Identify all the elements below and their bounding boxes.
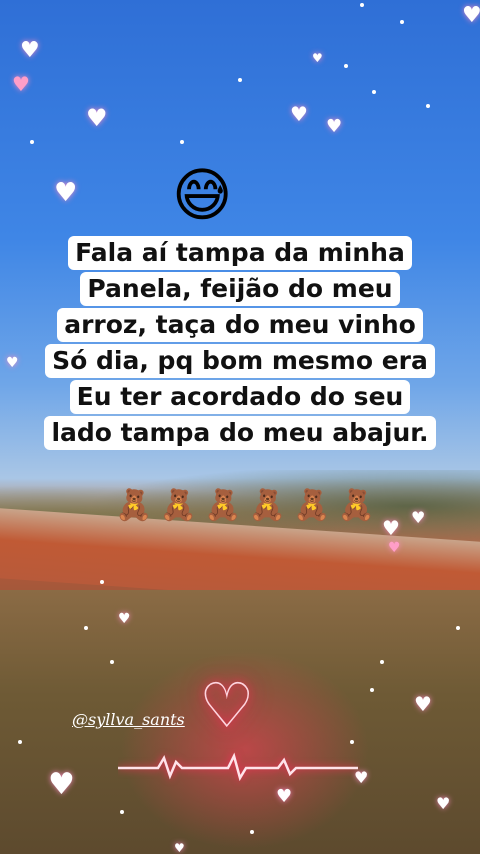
sparkle-dot (84, 626, 88, 630)
heart-icon: ♥ (174, 841, 185, 855)
heart-icon: ♥ (54, 178, 78, 208)
sparkle-dot (100, 580, 104, 584)
heart-icon: ♥ (414, 692, 432, 716)
sparkle-dot (360, 3, 364, 7)
heart-icon: ♥ (20, 38, 40, 63)
sparkle-dot (400, 20, 404, 24)
heart-icon: ♥ (382, 516, 400, 540)
heart-icon: ♥ (462, 3, 480, 28)
sparkle-dot (120, 810, 124, 814)
message-text: Fala aí tampa da minha Panela, feijão do… (22, 236, 458, 452)
message-line: lado tampa do meu abajur. (44, 416, 436, 450)
teddy-bear-row: 🧸 🧸 🧸 🧸 🧸 🧸 (115, 488, 375, 523)
heart-icon: ♥ (326, 116, 343, 137)
heart-icon: ♥ (48, 767, 75, 802)
sparkle-dot (110, 660, 114, 664)
heart-icon: ♥ (312, 51, 323, 65)
sparkle-dot (250, 830, 254, 834)
teddy-bear-icon: 🧸 (248, 488, 286, 523)
heart-icon: ♥ (411, 508, 426, 527)
sparkle-dot (350, 740, 354, 744)
sparkle-dot (18, 740, 22, 744)
sparkle-dot (426, 104, 430, 108)
sparkle-dot (380, 660, 384, 664)
teddy-bear-icon: 🧸 (159, 488, 197, 523)
heart-icon: ♥ (276, 786, 293, 807)
sparkle-dot (456, 626, 460, 630)
sweat-smile-emoji: 😅 (172, 161, 233, 229)
creator-handle: @syllva_sants (72, 710, 185, 729)
heart-icon: ♥ (388, 540, 401, 556)
teddy-bear-icon: 🧸 (115, 488, 153, 523)
sparkle-dot (344, 64, 348, 68)
teddy-bear-icon: 🧸 (337, 488, 375, 523)
teddy-bear-icon: 🧸 (204, 488, 242, 523)
message-line: Eu ter acordado do seu (69, 380, 411, 414)
message-line: Panela, feijão do meu (80, 272, 400, 306)
sparkle-dot (30, 140, 34, 144)
heart-icon: ♥ (436, 794, 451, 813)
heart-icon: ♥ (290, 102, 308, 126)
sparkle-dot (180, 140, 184, 144)
neon-heart-icon: ♡ (199, 669, 255, 742)
heart-icon: ♥ (86, 104, 108, 132)
message-line: arroz, taça do meu vinho (57, 308, 423, 342)
heart-icon: ♥ (12, 72, 30, 96)
heartbeat-line-icon (118, 752, 358, 782)
power-line (0, 140, 480, 142)
sparkle-dot (238, 78, 242, 82)
heart-icon: ♥ (6, 355, 19, 371)
heart-icon: ♥ (118, 611, 131, 627)
message-line: Só dia, pq bom mesmo era (45, 344, 435, 378)
sparkle-dot (370, 688, 374, 692)
sparkle-dot (372, 90, 376, 94)
teddy-bear-icon: 🧸 (293, 488, 331, 523)
message-line: Fala aí tampa da minha (68, 236, 412, 270)
